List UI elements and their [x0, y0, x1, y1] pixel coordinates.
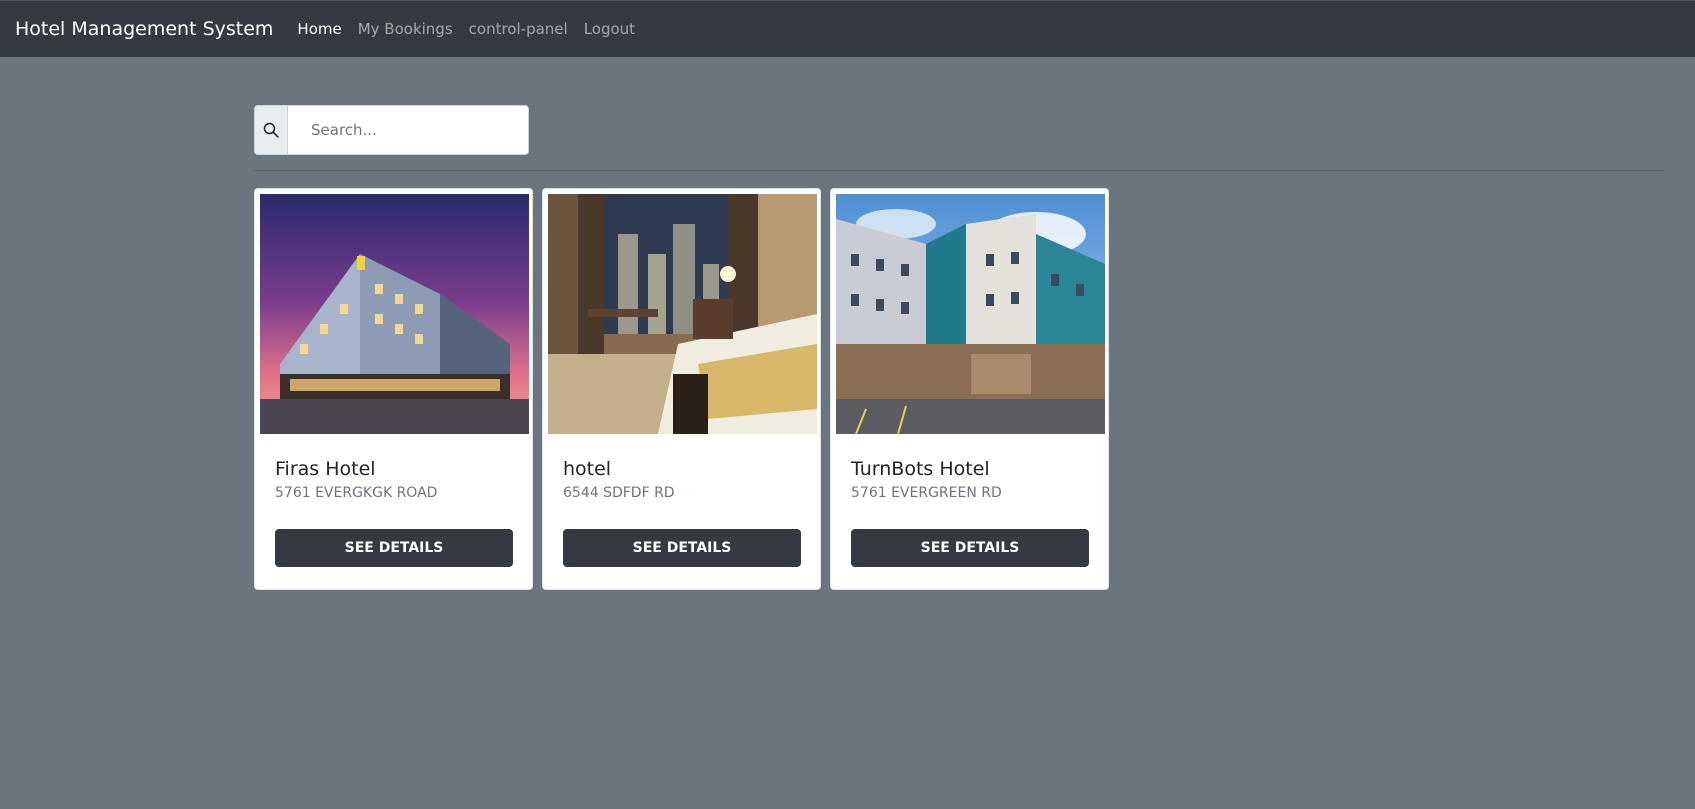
hotel-address: 6544 SDFDF RD	[563, 484, 675, 501]
hotel-card: Firas Hotel 5761 EVERGKGK ROAD SEE DETAI…	[254, 188, 533, 590]
hotel-image[interactable]	[836, 194, 1105, 434]
hotel-address: 5761 EVERGKGK ROAD	[275, 484, 438, 501]
hotel-card-body: hotel 6544 SDFDF RD SEE DETAILS	[543, 434, 820, 567]
search-input[interactable]	[288, 106, 528, 154]
hotel-card-body: TurnBots Hotel 5761 EVERGREEN RD SEE DET…	[831, 434, 1108, 567]
nav-link-home[interactable]: Home	[297, 20, 341, 38]
see-details-button[interactable]: SEE DETAILS	[563, 528, 801, 567]
hotel-name: Firas Hotel	[275, 458, 376, 480]
hotel-card-body: Firas Hotel 5761 EVERGKGK ROAD SEE DETAI…	[255, 434, 532, 567]
hotel-image[interactable]	[548, 194, 817, 434]
see-details-button[interactable]: SEE DETAILS	[851, 528, 1089, 567]
hotel-name: hotel	[563, 458, 612, 480]
top-navbar: Hotel Management System Home My Bookings…	[0, 0, 1695, 57]
nav-link-control-panel[interactable]: control-panel	[469, 20, 568, 38]
hotel-name: TurnBots Hotel	[851, 458, 990, 480]
nav-links: Home My Bookings control-panel Logout	[297, 20, 651, 38]
navbar-brand[interactable]: Hotel Management System	[15, 18, 273, 40]
nav-link-my-bookings[interactable]: My Bookings	[358, 20, 453, 38]
search-icon[interactable]	[255, 106, 288, 154]
hotel-image[interactable]	[260, 194, 529, 434]
hotel-card-list: Firas Hotel 5761 EVERGKGK ROAD SEE DETAI…	[254, 188, 1109, 590]
hotel-card: hotel 6544 SDFDF RD SEE DETAILS	[542, 188, 821, 590]
nav-link-logout[interactable]: Logout	[584, 20, 635, 38]
section-divider	[254, 170, 1664, 171]
search-group	[254, 105, 529, 155]
hotel-address: 5761 EVERGREEN RD	[851, 484, 1002, 501]
see-details-button[interactable]: SEE DETAILS	[275, 528, 513, 567]
hotel-card: TurnBots Hotel 5761 EVERGREEN RD SEE DET…	[830, 188, 1109, 590]
